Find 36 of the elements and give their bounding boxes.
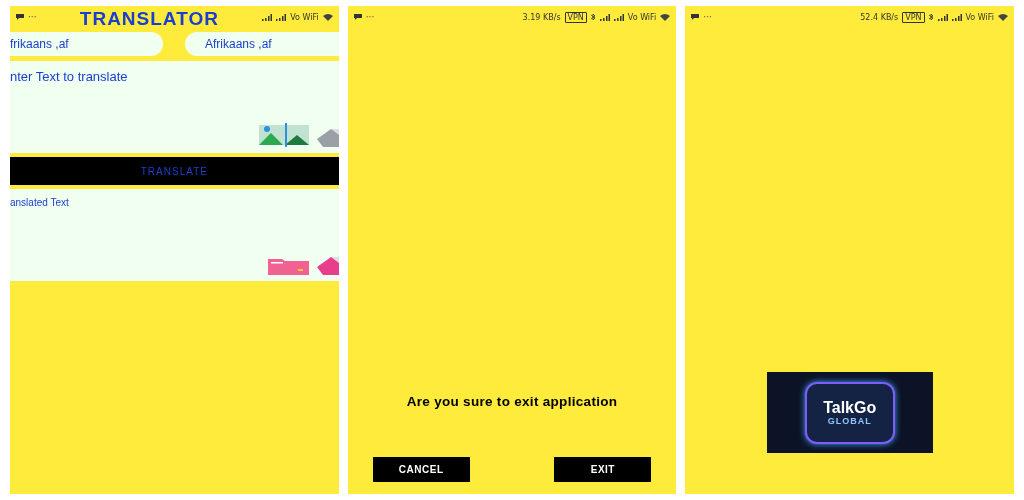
image-icon[interactable] [258,123,309,147]
more-dots: ··· [365,12,375,22]
language-selector[interactable]: frikaans ,af [10,32,163,56]
signal-icon [937,13,948,21]
vpn-badge: VPN [902,11,925,23]
wifi-calling-label: Vo WiFi [627,12,657,22]
input-field[interactable]: nter Text to translate [10,61,339,153]
wifi-calling-label: Vo WiFi [965,12,994,22]
language-selector[interactable]: Afrikaans ,af [185,32,339,56]
signal-icon [613,13,624,21]
cancel-button[interactable]: CANCEL [372,457,470,482]
network-speed: 3.19 KB/s [522,12,561,22]
output-panel: anslated Text [10,189,339,281]
network-speed: 52.4 KB/s [860,12,899,22]
signal-icon [951,13,962,21]
more-dots: ··· [703,12,712,22]
signal-icon [262,13,273,21]
exit-button[interactable]: EXIT [554,457,652,482]
message-icon [353,14,362,20]
wifi-icon [322,13,333,21]
wifi-icon [998,13,1008,21]
message-icon [16,14,24,20]
wifi-calling-label: Vo WiFi [290,12,319,22]
signal-icon [276,13,287,21]
bluetooth-icon [928,13,934,21]
logo-subtitle: GLOBAL [827,415,872,426]
exit-message: Are you sure to exit application [405,394,619,409]
message-icon [691,14,700,20]
vpn-badge: VPN [564,11,587,23]
wifi-icon [660,13,671,21]
bluetooth-icon [590,13,596,21]
signal-icon [599,13,610,21]
app-title: TRANSLATOR [78,8,220,30]
logo-text: TalkGo [823,399,877,416]
more-dots: ··· [28,12,37,22]
folder-icon[interactable] [267,257,309,275]
